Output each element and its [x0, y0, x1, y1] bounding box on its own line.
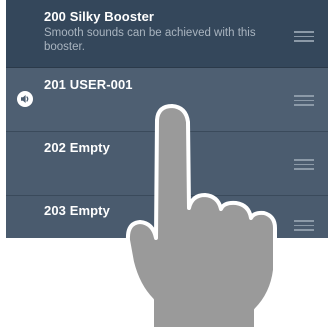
patch-title: 202 Empty — [44, 140, 110, 155]
patch-title: 201 USER-001 — [44, 77, 133, 92]
list-item-201[interactable]: 201 USER-001 — [6, 68, 328, 132]
patch-title: 200 Silky Booster — [44, 9, 155, 24]
patch-title: 203 Empty — [44, 203, 110, 218]
reorder-handle-icon[interactable] — [294, 31, 314, 42]
reorder-handle-icon[interactable] — [294, 220, 314, 231]
list-item-203[interactable]: 203 Empty — [6, 196, 328, 238]
patch-description: Smooth sounds can be achieved with this … — [44, 27, 256, 53]
reorder-handle-icon[interactable] — [294, 95, 314, 106]
screen: 200 Silky Booster Smooth sounds can be a… — [0, 0, 329, 329]
reorder-handle-icon[interactable] — [294, 159, 314, 170]
list-item-202[interactable]: 202 Empty — [6, 132, 328, 196]
patch-list: 200 Silky Booster Smooth sounds can be a… — [6, 0, 328, 238]
list-item-200[interactable]: 200 Silky Booster Smooth sounds can be a… — [6, 0, 328, 68]
speaker-icon — [17, 91, 33, 107]
